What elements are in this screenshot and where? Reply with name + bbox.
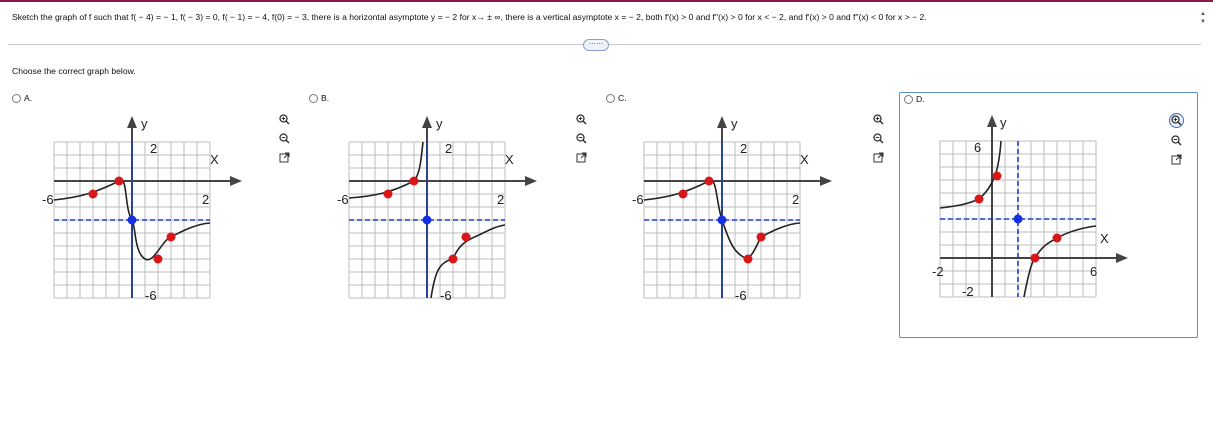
y-label: y: [436, 116, 443, 131]
zoom-out-icon[interactable]: [277, 131, 291, 145]
tick-neg2-left: -2: [932, 264, 944, 279]
zoom-out-icon[interactable]: [574, 131, 588, 145]
point: [114, 176, 124, 186]
option-label: A.: [24, 93, 33, 103]
zoom-out-icon[interactable]: [871, 131, 885, 145]
option-label: C.: [618, 93, 627, 103]
option-b[interactable]: B. y X 2 -6 2 -6: [305, 92, 601, 338]
point: [409, 176, 419, 186]
y-axis-arrow: [717, 116, 727, 128]
option-a[interactable]: A. y X 2 -6 2 -6: [8, 92, 304, 338]
x-label: X: [505, 152, 514, 167]
tick-2-top: 2: [150, 141, 157, 156]
point: [1030, 253, 1040, 263]
option-label: B.: [321, 93, 330, 103]
choice-c[interactable]: C.: [606, 93, 627, 103]
point: [974, 194, 984, 204]
popout-icon[interactable]: [871, 150, 885, 164]
tick-neg6-bottom: -6: [440, 288, 452, 303]
choice-d[interactable]: D.: [904, 94, 925, 104]
scroll-down-icon[interactable]: ▼: [1200, 18, 1206, 26]
radio-c[interactable]: [606, 93, 615, 103]
y-axis-arrow: [422, 116, 432, 128]
point: [678, 189, 688, 199]
popout-icon[interactable]: [574, 150, 588, 164]
graph-tools: [1168, 113, 1184, 166]
point: [166, 232, 176, 242]
x-label: X: [1100, 231, 1109, 246]
point: [461, 232, 471, 242]
point: [743, 254, 753, 264]
point: [448, 254, 458, 264]
point: [88, 189, 98, 199]
popout-icon[interactable]: [1169, 152, 1183, 166]
more-button[interactable]: ⋯⋯: [583, 39, 609, 51]
tick-6-right: 6: [1090, 264, 1097, 279]
center-point: [127, 215, 137, 225]
point: [153, 254, 163, 264]
point: [756, 232, 766, 242]
y-label: y: [141, 116, 148, 131]
graph-a: y X 2 -6 2 -6: [42, 116, 242, 303]
tick-2-top: 2: [740, 141, 747, 156]
x-axis-arrow: [230, 176, 242, 186]
choice-a[interactable]: A.: [12, 93, 32, 103]
zoom-in-icon[interactable]: [574, 112, 588, 126]
graph-c: y X 2 -6 2 -6: [632, 116, 832, 303]
center-point: [1013, 214, 1023, 224]
x-axis-arrow: [820, 176, 832, 186]
center-point: [717, 215, 727, 225]
radio-b[interactable]: [309, 93, 318, 103]
tick-2-right: 2: [792, 192, 799, 207]
point: [704, 176, 714, 186]
x-axis-arrow: [1116, 253, 1128, 263]
y-label: y: [1000, 115, 1007, 130]
top-accent-bar: [0, 0, 1213, 2]
center-point: [422, 215, 432, 225]
tick-neg6-left: -6: [337, 192, 349, 207]
x-label: X: [800, 152, 809, 167]
graph-tools: [276, 112, 292, 164]
zoom-in-icon[interactable]: [277, 112, 291, 126]
scroll-control[interactable]: ▲ ▼: [1198, 4, 1208, 32]
graph-b: y X 2 -6 2 -6: [337, 116, 537, 303]
zoom-out-icon[interactable]: [1169, 133, 1183, 147]
point: [1052, 233, 1062, 243]
point: [992, 171, 1002, 181]
scroll-up-icon[interactable]: ▲: [1200, 10, 1206, 18]
x-axis-arrow: [525, 176, 537, 186]
y-axis-arrow: [987, 115, 997, 127]
tick-neg6-bottom: -6: [145, 288, 157, 303]
radio-a[interactable]: [12, 93, 21, 103]
choice-b[interactable]: B.: [309, 93, 329, 103]
tick-neg2-bottom: -2: [962, 284, 974, 299]
zoom-in-icon[interactable]: [871, 112, 885, 126]
prompt-text: Choose the correct graph below.: [12, 66, 136, 76]
graph-tools: [573, 112, 589, 164]
option-label: D.: [916, 94, 925, 104]
x-label: X: [210, 152, 219, 167]
y-axis-arrow: [127, 116, 137, 128]
option-c[interactable]: C. y X 2 -6 2 -6: [602, 92, 898, 338]
graph-tools: [870, 112, 886, 164]
tick-neg6-left: -6: [632, 192, 644, 207]
zoom-in-icon[interactable]: [1168, 113, 1184, 128]
tick-2-right: 2: [497, 192, 504, 207]
tick-neg6-left: -6: [42, 192, 54, 207]
y-label: y: [731, 116, 738, 131]
tick-neg6-bottom: -6: [735, 288, 747, 303]
question-text: Sketch the graph of f such that f( − 4) …: [12, 12, 927, 22]
option-d[interactable]: D. y 6 X -2 6 -2: [899, 92, 1198, 338]
radio-d[interactable]: [904, 94, 913, 104]
curve-left: [348, 141, 424, 199]
point: [383, 189, 393, 199]
tick-2-right: 2: [202, 192, 209, 207]
tick-6-top: 6: [974, 140, 981, 155]
popout-icon[interactable]: [277, 150, 291, 164]
graph-d: y 6 X -2 6 -2: [932, 115, 1128, 299]
tick-2-top: 2: [445, 141, 452, 156]
